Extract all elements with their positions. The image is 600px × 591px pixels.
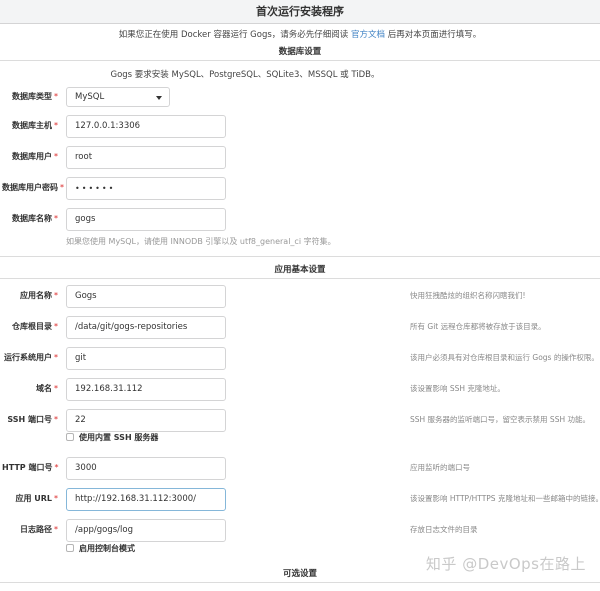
domain-label: 域名 * [36, 384, 58, 393]
app-name-label: 应用名称 * [20, 291, 58, 300]
db-password-label: 数据库用户密码 * [2, 183, 64, 192]
db-user-label: 数据库用户 * [12, 152, 58, 161]
caret-down-icon [156, 96, 162, 100]
app-name-input[interactable]: Gogs [66, 285, 226, 308]
http-port-input[interactable]: 3000 [66, 457, 226, 480]
ssh-port-input[interactable]: 22 [66, 409, 226, 432]
console-mode-label: 启用控制台模式 [79, 544, 135, 553]
app-url-label: 应用 URL * [15, 494, 58, 503]
builtin-ssh-label: 使用内置 SSH 服务器 [79, 433, 159, 442]
db-name-input[interactable]: gogs [66, 208, 226, 231]
db-name-help: 如果您使用 MySQL，请使用 INNODB 引擎以及 utf8_general… [66, 237, 336, 246]
db-type-value: MySQL [75, 92, 105, 102]
ssh-port-help: SSH 服务器的监听端口号，留空表示禁用 SSH 功能。 [410, 415, 590, 424]
docker-notice: 如果您正在使用 Docker 容器运行 Gogs，请务必先仔细阅读 官方文档 后… [0, 28, 600, 42]
section-divider [0, 60, 600, 61]
ssh-port-label: SSH 端口号 * [7, 415, 58, 424]
notice-text-after: 后再对本页面进行填写。 [387, 30, 482, 40]
run-user-input[interactable]: git [66, 347, 226, 370]
section-divider [0, 278, 600, 279]
app-name-help: 快用狂拽酷炫的组织名称闪瞎我们! [410, 291, 526, 300]
db-user-input[interactable]: root [66, 146, 226, 169]
watermark: 知乎 @DevOps在路上 [425, 555, 586, 573]
app-url-help: 该设置影响 HTTP/HTTPS 克隆地址和一些邮箱中的链接。 [410, 494, 600, 503]
repo-root-help: 所有 Git 远程仓库都将被存放于该目录。 [410, 322, 546, 331]
run-user-help: 该用户必须具有对仓库根目录和运行 Gogs 的操作权限。 [410, 353, 599, 362]
repo-root-label: 仓库根目录 * [12, 322, 58, 331]
db-password-input[interactable]: •••••• [66, 177, 226, 200]
repo-root-input[interactable]: /data/git/gogs-repositories [66, 316, 226, 339]
db-type-label: 数据库类型 * [12, 92, 58, 101]
database-section-title: 数据库设置 [278, 47, 322, 57]
db-name-label: 数据库名称 * [12, 214, 58, 223]
notice-text-before: 如果您正在使用 Docker 容器运行 Gogs，请务必先仔细阅读 [118, 30, 349, 40]
log-path-input[interactable]: /app/gogs/log [66, 519, 226, 542]
http-port-label: HTTP 端口号 * [2, 463, 59, 472]
log-path-label: 日志路径 * [20, 525, 58, 534]
official-docs-link[interactable]: 官方文档 [351, 30, 385, 40]
domain-help: 该设置影响 SSH 克隆地址。 [410, 384, 505, 393]
run-user-label: 运行系统用户 * [4, 353, 58, 362]
db-type-select[interactable]: MySQL [66, 87, 170, 107]
console-mode-checkbox[interactable] [66, 543, 74, 552]
builtin-ssh-checkbox-row[interactable]: 使用内置 SSH 服务器 [66, 432, 158, 444]
app-url-input[interactable]: http://192.168.31.112:3000/ [66, 488, 226, 511]
page-title: 首次运行安装程序 [0, 0, 600, 24]
console-mode-checkbox-row[interactable]: 启用控制台模式 [66, 543, 135, 555]
section-divider [0, 256, 600, 257]
database-intro: Gogs 要求安装 MySQL、PostgreSQL、SQLite3、MSSQL… [110, 70, 380, 80]
db-host-label: 数据库主机 * [12, 121, 58, 130]
section-divider [0, 582, 600, 583]
db-host-input[interactable]: 127.0.0.1:3306 [66, 115, 226, 138]
builtin-ssh-checkbox[interactable] [66, 432, 74, 441]
log-path-help: 存放日志文件的目录 [410, 525, 478, 534]
domain-input[interactable]: 192.168.31.112 [66, 378, 226, 401]
general-section-title: 应用基本设置 [274, 265, 326, 275]
http-port-help: 应用监听的端口号 [410, 463, 470, 472]
